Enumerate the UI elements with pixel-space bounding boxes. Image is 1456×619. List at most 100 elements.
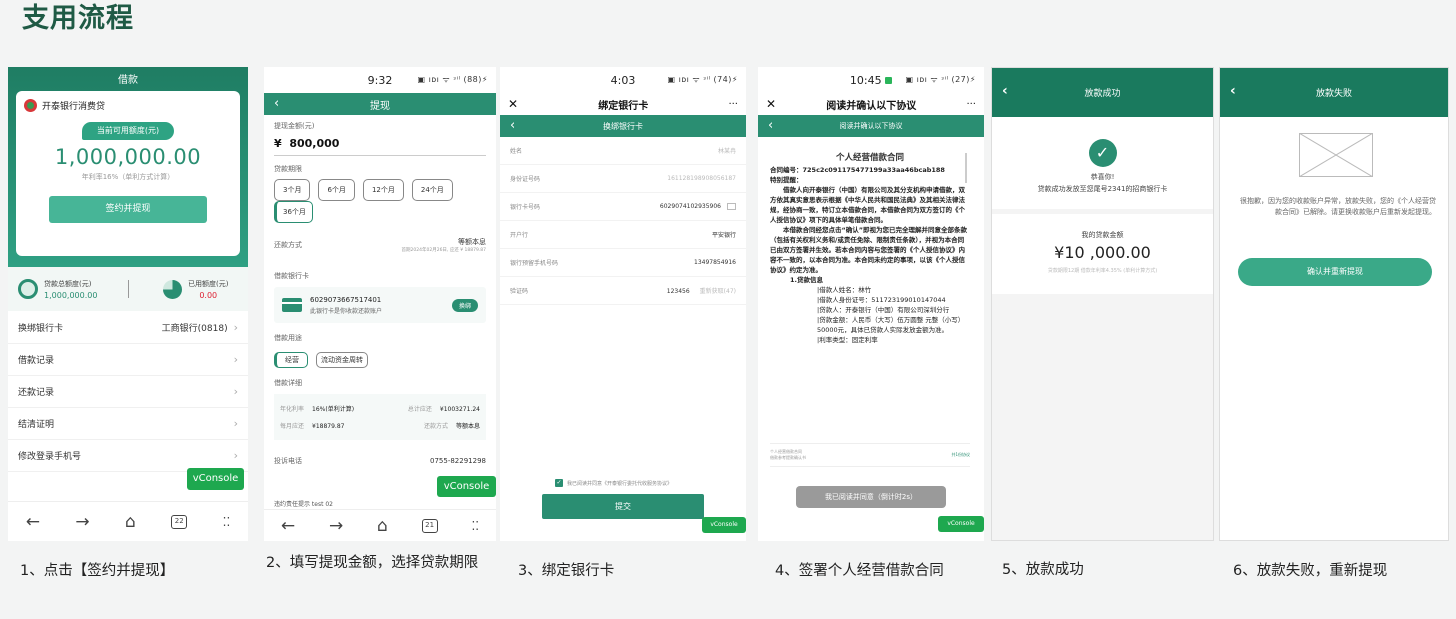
tabs-icon[interactable]: 21 — [421, 518, 438, 533]
menu-item-rebind-card[interactable]: 换绑银行卡 工商银行(0818) › — [8, 312, 248, 344]
pie-icon — [163, 279, 182, 299]
quota-amount: 1,000,000.00 — [54, 145, 202, 169]
back-arrow-icon[interactable]: ← — [281, 516, 295, 536]
term-option-12[interactable]: 12个月 — [362, 179, 404, 201]
total-label: 贷款总额度(元) — [44, 279, 92, 288]
used-value: 0.00 — [199, 290, 218, 300]
status-icons: ▣ ıᴅı ᯤ ᵌⁱˡ (74)⚡ — [667, 75, 738, 84]
field-code[interactable]: 验证码 123456 重新获取(47) — [500, 277, 746, 305]
nav-title: 借款 — [118, 74, 138, 86]
menu-item-settlement-proof[interactable]: 结清证明 › — [8, 408, 248, 440]
vconsole-button[interactable]: vConsole — [437, 476, 496, 497]
amount-input[interactable]: ¥ 800,000 — [274, 131, 486, 156]
back-icon[interactable]: ‹ — [1230, 83, 1236, 99]
close-icon[interactable]: ✕ — [766, 97, 776, 111]
contract-body[interactable]: 个人经营借款合同 合同编号：725c2c091175477199a33aa46b… — [770, 151, 970, 441]
bank-logo-icon — [24, 99, 37, 112]
use-options: 经营 流动资金周转 — [274, 347, 486, 368]
menu-list: 换绑银行卡 工商银行(0818) › 借款记录 › 还款记录 › 结清证明 › 修改登录手… — [8, 312, 248, 472]
more-menu-icon[interactable]: ··· — [966, 99, 976, 110]
term-option-3[interactable]: 3个月 — [274, 179, 311, 201]
term-option-6[interactable]: 6个月 — [318, 179, 355, 201]
sign-withdraw-button[interactable]: 签约并提现 — [49, 196, 207, 223]
field-card-number[interactable]: 银行卡号码 6029074102935906 — [500, 193, 746, 221]
field-id-number[interactable]: 身份证号码 161128198908056187 — [500, 165, 746, 193]
use-option-business[interactable]: 经营 — [274, 352, 308, 368]
caption-step-3: 3、绑定银行卡 — [518, 563, 615, 579]
webview-header: ✕ 阅读并确认以下协议 ··· — [758, 93, 984, 115]
forward-arrow-icon[interactable]: → — [329, 516, 343, 536]
home-icon[interactable]: ⌂ — [125, 512, 136, 532]
close-icon[interactable]: ✕ — [508, 97, 518, 111]
contract-count-link[interactable]: 共1份协议 — [951, 452, 970, 458]
retry-withdraw-button[interactable]: 确认并重新提现 — [1238, 258, 1432, 286]
browser-toolbar: ← → ⌂ 22 ⁚⁚ — [8, 501, 248, 541]
rebind-button[interactable]: 换绑 — [451, 298, 478, 312]
vconsole-button[interactable]: vConsole — [187, 468, 244, 490]
confirm-button[interactable]: 我已阅读并同意（倒计时2s） — [796, 486, 946, 508]
field-bank[interactable]: 开户行 平安银行 — [500, 221, 746, 249]
nav-bar: ‹ 阅读并确认以下协议 — [758, 115, 984, 137]
chevron-right-icon: › — [233, 449, 238, 462]
loan-detail-box: 年化利率 16%(单利计算) 总计应还 ¥1003271.24 每月应还 ¥18879… — [274, 394, 486, 440]
more-icon[interactable]: ⁚⁚ — [223, 515, 231, 529]
use-label: 借款用途 — [274, 334, 302, 342]
nav-title: 提现 — [370, 100, 390, 112]
agreement-checkbox-row[interactable]: ✓ 我已阅读并同意《开泰银行委托代收服务协议》 — [555, 479, 672, 487]
checkbox-checked-icon[interactable]: ✓ — [555, 479, 563, 487]
quota-label: 当前可用额度(元) — [82, 122, 174, 140]
page-title: 支用流程 — [22, 3, 134, 34]
home-icon[interactable]: ⌂ — [377, 516, 388, 536]
quota-card: 开泰银行消费贷 当前可用额度(元) 1,000,000.00 年利率16%（单利… — [16, 91, 240, 256]
screen-loan-failed: ‹ 放款失败 很抱歉，因为您的收款账户异常，放款失败，您的《个人经营贷款合同》已… — [1219, 67, 1449, 541]
menu-item-repay-records[interactable]: 还款记录 › — [8, 376, 248, 408]
nav-title: 阅读并确认以下协议 — [839, 122, 903, 130]
vconsole-button[interactable]: vConsole — [702, 517, 746, 533]
complaint-phone-row[interactable]: 投诉电话 0755-82291298 — [274, 456, 486, 466]
more-menu-icon[interactable]: ··· — [728, 99, 738, 110]
vconsole-button[interactable]: vConsole — [938, 516, 984, 532]
forward-arrow-icon[interactable]: → — [75, 512, 89, 532]
nav-bar: ‹ 放款成功 — [992, 68, 1213, 117]
use-option-working-capital[interactable]: 流动资金周转 — [316, 352, 368, 368]
nav-title: 放款成功 — [1084, 89, 1121, 99]
success-panel: ✓ 恭喜你! 贷款成功发放至您尾号2341的招商银行卡 — [992, 117, 1213, 209]
footer-note: 违约责任提示 test 02 — [274, 501, 333, 508]
nav-bar: ‹ 换绑银行卡 — [500, 115, 746, 137]
back-icon[interactable]: ‹ — [510, 118, 515, 133]
card-icon — [282, 298, 302, 312]
more-icon[interactable]: ⁚⁚ — [471, 519, 479, 533]
back-icon[interactable]: ‹ — [768, 118, 773, 133]
notification-icon — [885, 76, 893, 84]
status-icons: ▣ ıᴅı ᯤ ᵌⁱˡ (27)⚡ — [905, 75, 976, 84]
contract-list: 个人经营借款合同 借款参考提款确认书 共1份协议 — [770, 443, 970, 467]
chevron-right-icon: › — [233, 321, 238, 334]
term-option-36[interactable]: 36个月 — [274, 201, 313, 223]
error-image-placeholder-icon — [1298, 132, 1374, 178]
contract-number: 合同编号：725c2c091175477199a33aa46bcab188 — [770, 166, 945, 174]
status-bar: 4:03 ▣ ıᴅı ᯤ ᵌⁱˡ (74)⚡ — [500, 67, 746, 93]
term-option-24[interactable]: 24个月 — [411, 179, 453, 201]
caption-step-6: 6、放款失败，重新提现 — [1233, 563, 1388, 579]
scan-icon[interactable] — [727, 203, 736, 210]
resend-code-button[interactable]: 重新获取(47) — [700, 288, 736, 295]
back-icon[interactable]: ‹ — [1002, 83, 1008, 99]
menu-item-loan-records[interactable]: 借款记录 › — [8, 344, 248, 376]
back-arrow-icon[interactable]: ← — [26, 512, 40, 532]
back-icon[interactable]: ‹ — [274, 96, 279, 111]
error-message: 很抱歉，因为您的收款账户异常，放款失败，您的《个人经营贷款合同》已解除。请更换收… — [1240, 197, 1436, 216]
term-label: 贷款期限 — [274, 165, 302, 173]
quota-summary: 贷款总额度(元) 1,000,000.00 已用额度(元) 0.00 — [8, 267, 248, 311]
detail-label: 借款详细 — [274, 379, 302, 387]
status-bar: 9:32 ▣ ıᴅı ᯤ ᵌⁱˡ (88)⚡ — [264, 67, 496, 93]
field-name[interactable]: 姓名 林某冉 — [500, 137, 746, 165]
bank-name: 开泰银行消费贷 — [42, 102, 106, 112]
browser-toolbar: ← → ⌂ 21 ⁚⁚ — [264, 509, 496, 541]
repay-method-row[interactable]: 还款方式 等额本息 首期2024年02月26日, 应还 ¥ 18879.87 — [274, 237, 486, 253]
scrollbar[interactable] — [965, 153, 967, 183]
screen-withdraw: 9:32 ▣ ıᴅı ᯤ ᵌⁱˡ (88)⚡ ‹ 提现 提现金额(元) ¥ 80… — [264, 67, 496, 541]
submit-button[interactable]: 提交 — [542, 494, 704, 519]
webview-header: ✕ 绑定银行卡 ··· — [500, 93, 746, 115]
field-phone[interactable]: 银行预留手机号码 13497854916 — [500, 249, 746, 277]
tabs-icon[interactable]: 22 — [171, 514, 188, 529]
